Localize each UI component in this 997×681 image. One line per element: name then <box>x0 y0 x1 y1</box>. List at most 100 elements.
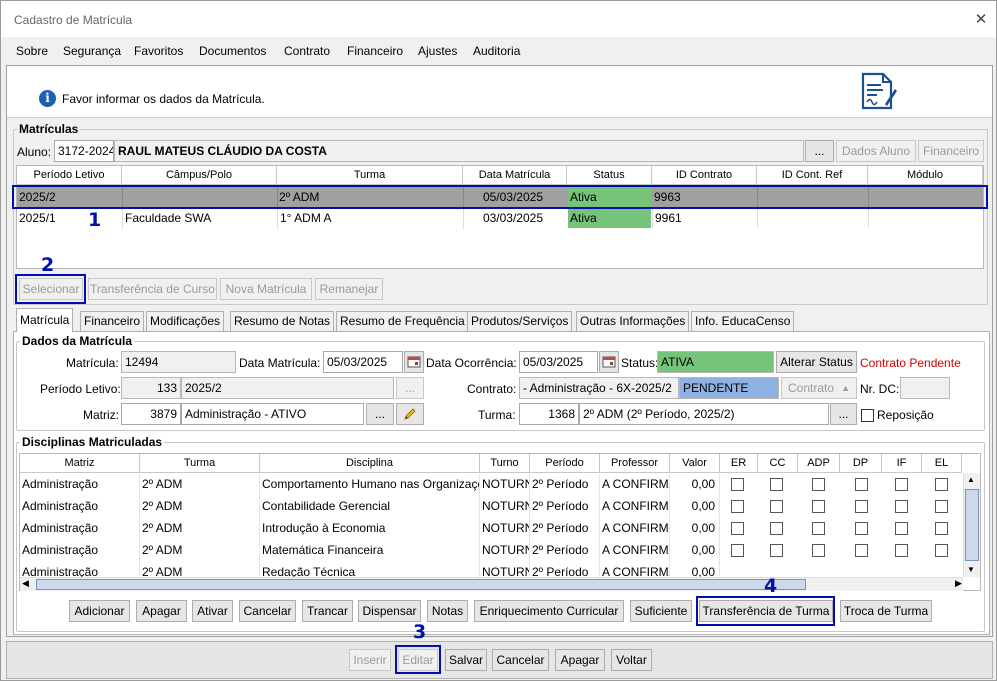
pencil-icon[interactable] <box>396 403 424 425</box>
col-modulo[interactable]: Módulo <box>868 166 983 185</box>
menu-favoritos[interactable]: Favoritos <box>134 44 183 58</box>
scroll-up-icon[interactable]: ▲ <box>967 475 975 484</box>
close-icon[interactable]: ✕ <box>973 10 989 28</box>
tab-produtos-servicos[interactable]: Produtos/Serviços <box>467 311 573 331</box>
matriz-field[interactable]: Administração - ATIVO <box>181 403 364 425</box>
disciplina-checkbox-cc[interactable] <box>770 500 783 513</box>
disciplina-checkbox-dp[interactable] <box>855 522 868 535</box>
disciplina-checkbox-adp[interactable] <box>812 478 825 491</box>
tab-outras-informacoes[interactable]: Outras Informações <box>576 311 690 331</box>
matriz-code-field[interactable]: 3879 <box>121 403 181 425</box>
data-ocorrencia-field[interactable]: 05/03/2025 <box>519 351 598 373</box>
tab-resumo-frequencia[interactable]: Resumo de Frequência <box>336 311 469 331</box>
col-er[interactable]: ER <box>720 454 758 473</box>
col-turma[interactable]: Turma <box>277 166 463 185</box>
disciplina-checkbox-dp[interactable] <box>855 478 868 491</box>
disciplina-checkbox-el[interactable] <box>935 478 948 491</box>
col-if[interactable]: IF <box>882 454 922 473</box>
enriquecimento-curricular-button[interactable]: Enriquecimento Curricular <box>474 600 624 622</box>
cancelar-disciplina-button[interactable]: Cancelar <box>239 600 296 622</box>
data-matricula-field[interactable]: 05/03/2025 <box>323 351 403 373</box>
col-id-cont-ref[interactable]: ID Cont. Ref <box>757 166 868 185</box>
tab-matricula[interactable]: Matrícula <box>16 308 74 332</box>
troca-turma-button[interactable]: Troca de Turma <box>840 600 932 622</box>
col-status[interactable]: Status <box>567 166 652 185</box>
col-campus-polo[interactable]: Câmpus/Polo <box>122 166 277 185</box>
notas-button[interactable]: Notas <box>427 600 468 622</box>
col-matriz[interactable]: Matriz <box>20 454 140 473</box>
col-adp[interactable]: ADP <box>798 454 840 473</box>
disciplina-checkbox-cc[interactable] <box>770 522 783 535</box>
transferencia-curso-button[interactable]: Transferência de Curso <box>88 278 217 300</box>
matriz-search-button[interactable]: ... <box>366 403 394 425</box>
periodo-search-button[interactable]: ... <box>396 377 424 399</box>
alterar-status-button[interactable]: Alterar Status <box>776 351 857 373</box>
col-professor[interactable]: Professor <box>600 454 670 473</box>
disciplina-checkbox-adp[interactable] <box>812 522 825 535</box>
tab-financeiro[interactable]: Financeiro <box>80 311 145 331</box>
col-id-contrato[interactable]: ID Contrato <box>652 166 757 185</box>
col-disciplina[interactable]: Disciplina <box>260 454 480 473</box>
col-periodo[interactable]: Período <box>530 454 600 473</box>
turma-code-field[interactable]: 1368 <box>519 403 579 425</box>
menu-contrato[interactable]: Contrato <box>284 44 330 58</box>
col-data-matricula[interactable]: Data Matrícula <box>463 166 567 185</box>
adicionar-button[interactable]: Adicionar <box>69 600 130 622</box>
menu-documentos[interactable]: Documentos <box>199 44 266 58</box>
disciplina-checkbox-el[interactable] <box>935 522 948 535</box>
salvar-button[interactable]: Salvar <box>445 649 487 671</box>
cancelar-button[interactable]: Cancelar <box>492 649 549 671</box>
col-valor[interactable]: Valor <box>670 454 720 473</box>
disciplina-checkbox-if[interactable] <box>895 500 908 513</box>
menu-ajustes[interactable]: Ajustes <box>418 44 457 58</box>
disciplina-checkbox-if[interactable] <box>895 522 908 535</box>
calendar-icon[interactable] <box>404 351 424 373</box>
vertical-scroll-thumb[interactable] <box>965 489 979 561</box>
contrato-button[interactable]: Contrato ▲ <box>781 377 857 399</box>
calendar-icon[interactable] <box>599 351 619 373</box>
disciplina-checkbox-er[interactable] <box>731 500 744 513</box>
col-el[interactable]: EL <box>922 454 962 473</box>
col-turno[interactable]: Turno <box>480 454 530 473</box>
scroll-right-icon[interactable]: ▶ <box>955 578 962 589</box>
menu-seguranca[interactable]: Segurança <box>63 44 121 58</box>
disciplina-checkbox-adp[interactable] <box>812 500 825 513</box>
disciplina-checkbox-el[interactable] <box>935 544 948 557</box>
ativar-button[interactable]: Ativar <box>192 600 233 622</box>
voltar-button[interactable]: Voltar <box>611 649 652 671</box>
nova-matricula-button[interactable]: Nova Matrícula <box>220 278 312 300</box>
menu-sobre[interactable]: Sobre <box>16 44 48 58</box>
aluno-search-button[interactable]: ... <box>805 140 834 162</box>
dados-aluno-button[interactable]: Dados Aluno <box>836 140 916 162</box>
tab-resumo-notas[interactable]: Resumo de Notas <box>230 311 335 331</box>
remanejar-button[interactable]: Remanejar <box>315 278 383 300</box>
trancar-button[interactable]: Trancar <box>302 600 353 622</box>
apagar-button[interactable]: Apagar <box>555 649 605 671</box>
scroll-down-icon[interactable]: ▼ <box>967 565 975 574</box>
turma-search-button[interactable]: ... <box>830 403 857 425</box>
disciplina-checkbox-el[interactable] <box>935 500 948 513</box>
financeiro-aluno-button[interactable]: Financeiro <box>918 140 984 162</box>
tab-modificacoes[interactable]: Modificações <box>146 311 225 331</box>
disciplina-checkbox-er[interactable] <box>731 478 744 491</box>
col-dp[interactable]: DP <box>840 454 882 473</box>
turma-field[interactable]: 2º ADM (2º Período, 2025/2) <box>579 403 829 425</box>
disciplina-checkbox-er[interactable] <box>731 522 744 535</box>
menu-financeiro[interactable]: Financeiro <box>347 44 403 58</box>
inserir-button[interactable]: Inserir <box>349 649 391 671</box>
disciplina-checkbox-cc[interactable] <box>770 478 783 491</box>
suficiente-button[interactable]: Suficiente <box>630 600 692 622</box>
disciplina-checkbox-dp[interactable] <box>855 500 868 513</box>
menu-auditoria[interactable]: Auditoria <box>473 44 520 58</box>
col-periodo-letivo[interactable]: Período Letivo <box>17 166 122 185</box>
disciplina-checkbox-dp[interactable] <box>855 544 868 557</box>
disciplina-checkbox-if[interactable] <box>895 478 908 491</box>
disciplina-checkbox-cc[interactable] <box>770 544 783 557</box>
col-turma[interactable]: Turma <box>140 454 260 473</box>
horizontal-scroll-thumb[interactable] <box>36 579 806 590</box>
tab-info-educacenso[interactable]: Info. EducaCenso <box>691 311 795 331</box>
col-cc[interactable]: CC <box>758 454 798 473</box>
disciplina-checkbox-if[interactable] <box>895 544 908 557</box>
scroll-left-icon[interactable]: ◀ <box>22 578 29 589</box>
disciplina-checkbox-adp[interactable] <box>812 544 825 557</box>
